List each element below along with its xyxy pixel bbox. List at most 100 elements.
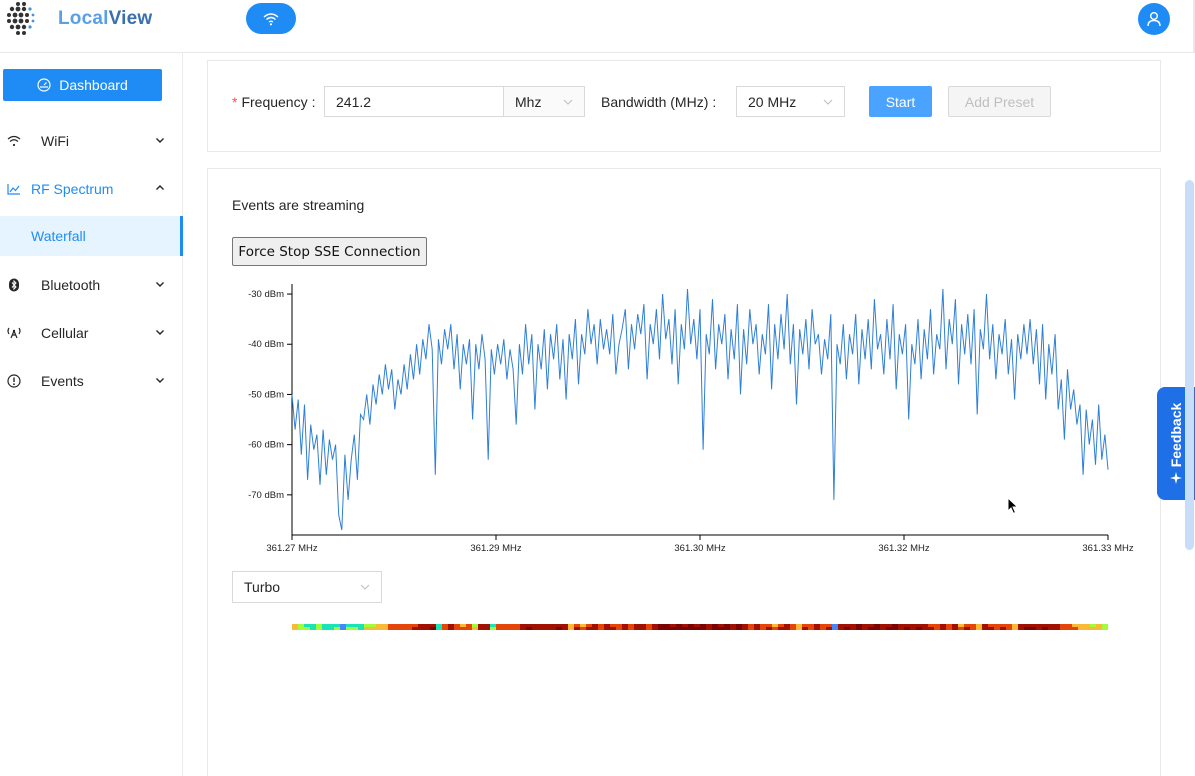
bandwidth-select[interactable]: 20 MHz [736, 86, 845, 117]
waterfall-cell [328, 627, 335, 630]
waterfall-cell [664, 627, 671, 630]
waterfall-cell [1030, 624, 1037, 627]
sidebar-item-rf-spectrum[interactable]: RF Spectrum [0, 169, 183, 209]
waterfall-cell [874, 624, 881, 627]
waterfall-cell [430, 624, 437, 627]
waterfall-cell [664, 624, 671, 627]
waterfall-cell [904, 624, 911, 627]
waterfall-cell [814, 624, 821, 627]
waterfall-cell [868, 624, 875, 627]
waterfall-cell [550, 624, 557, 627]
waterfall-cell [358, 627, 365, 630]
waterfall-cell [676, 627, 683, 630]
sidebar-item-bluetooth[interactable]: Bluetooth [0, 265, 183, 305]
app-logo[interactable]: LocalView [6, 2, 152, 36]
waterfall-cell [424, 627, 431, 630]
bandwidth-value: 20 MHz [748, 93, 797, 110]
sidebar-item-label: WiFi [41, 133, 69, 149]
start-button[interactable]: Start [869, 86, 932, 117]
waterfall-cell [1096, 627, 1103, 630]
page-scrollbar-thumb[interactable] [1185, 180, 1194, 550]
waterfall-cell [448, 627, 455, 630]
waterfall-cell [964, 624, 971, 627]
wifi-status-button[interactable] [246, 3, 296, 34]
sidebar-item-wifi[interactable]: WiFi [0, 121, 183, 161]
waterfall-cell [568, 624, 575, 627]
waterfall-cell [466, 624, 473, 627]
waterfall-cell [490, 624, 497, 627]
required-marker: * [232, 94, 238, 110]
waterfall-cell [730, 627, 737, 630]
waterfall-cell [328, 624, 335, 627]
chevron-down-icon [563, 99, 573, 105]
waterfall-cell [370, 624, 377, 627]
waterfall-cell [1036, 624, 1043, 627]
waterfall-cell [628, 627, 635, 630]
waterfall-cell [796, 624, 803, 627]
waterfall-cell [958, 624, 965, 627]
bandwidth-label: Bandwidth (MHz): [601, 94, 716, 110]
y-tick-label: -60 dBm [248, 440, 284, 451]
sidebar-item-cellular[interactable]: Cellular [0, 313, 183, 353]
bandwidth-label-colon: : [712, 94, 717, 110]
waterfall-cell [730, 624, 737, 627]
user-avatar-button[interactable] [1138, 3, 1170, 35]
frequency-unit-select[interactable]: Mhz [503, 86, 585, 117]
waterfall-cell [592, 627, 599, 630]
waterfall-cell [1078, 627, 1085, 630]
waterfall-cell [448, 624, 455, 627]
waterfall-cell [994, 624, 1001, 627]
waterfall-cell [982, 627, 989, 630]
waterfall-cell [940, 624, 947, 627]
waterfall-cell [766, 624, 773, 627]
sidebar-item-events[interactable]: Events [0, 361, 183, 401]
waterfall-cell [436, 624, 443, 627]
sidebar-subitem-waterfall[interactable]: Waterfall [0, 216, 183, 256]
add-preset-button[interactable]: Add Preset [948, 86, 1051, 117]
waterfall-cell [1000, 627, 1007, 630]
waterfall-cell [394, 627, 401, 630]
waterfall-cell [388, 624, 395, 627]
waterfall-cell [646, 624, 653, 627]
waterfall-cell [856, 624, 863, 627]
waterfall-cell [352, 627, 359, 630]
waterfall-cell [484, 627, 491, 630]
logo-dots-icon [7, 2, 35, 35]
waterfall-cell [658, 627, 665, 630]
waterfall-cell [826, 624, 833, 627]
waterfall-cell [400, 624, 407, 627]
waterfall-cell [910, 627, 917, 630]
waterfall-cell [520, 627, 527, 630]
waterfall-cell [1030, 627, 1037, 630]
waterfall-cell [748, 627, 755, 630]
mouse-cursor-icon [1007, 497, 1019, 515]
waterfall-cell [772, 627, 779, 630]
waterfall-cell [340, 627, 347, 630]
waterfall-cell [574, 624, 581, 627]
waterfall-cell [928, 627, 935, 630]
waterfall-cell [1000, 624, 1007, 627]
colormap-select[interactable]: Turbo [232, 571, 382, 603]
frequency-input[interactable]: 241.2 [324, 86, 504, 117]
waterfall-cell [604, 627, 611, 630]
waterfall-cell [886, 624, 893, 627]
waterfall-cell [376, 624, 383, 627]
waterfall-cell [496, 624, 503, 627]
bluetooth-icon [7, 278, 21, 292]
waterfall-cell [970, 624, 977, 627]
waterfall-cell [526, 624, 533, 627]
sidebar-item-label: Events [41, 373, 84, 389]
waterfall-cell [322, 627, 329, 630]
sparkle-icon [1170, 472, 1182, 484]
chevron-down-icon [156, 330, 164, 335]
waterfall-cell [622, 627, 629, 630]
dashboard-button[interactable]: Dashboard [3, 69, 162, 101]
force-stop-button[interactable]: Force Stop SSE Connection [232, 237, 427, 266]
waterfall-cell [514, 627, 521, 630]
waterfall-cell [1036, 627, 1043, 630]
waterfall-cell [688, 624, 695, 627]
waterfall-cell [304, 627, 311, 630]
frequency-label-text: Frequency [241, 94, 308, 110]
waterfall-cell [850, 624, 857, 627]
waterfall-cell [634, 624, 641, 627]
